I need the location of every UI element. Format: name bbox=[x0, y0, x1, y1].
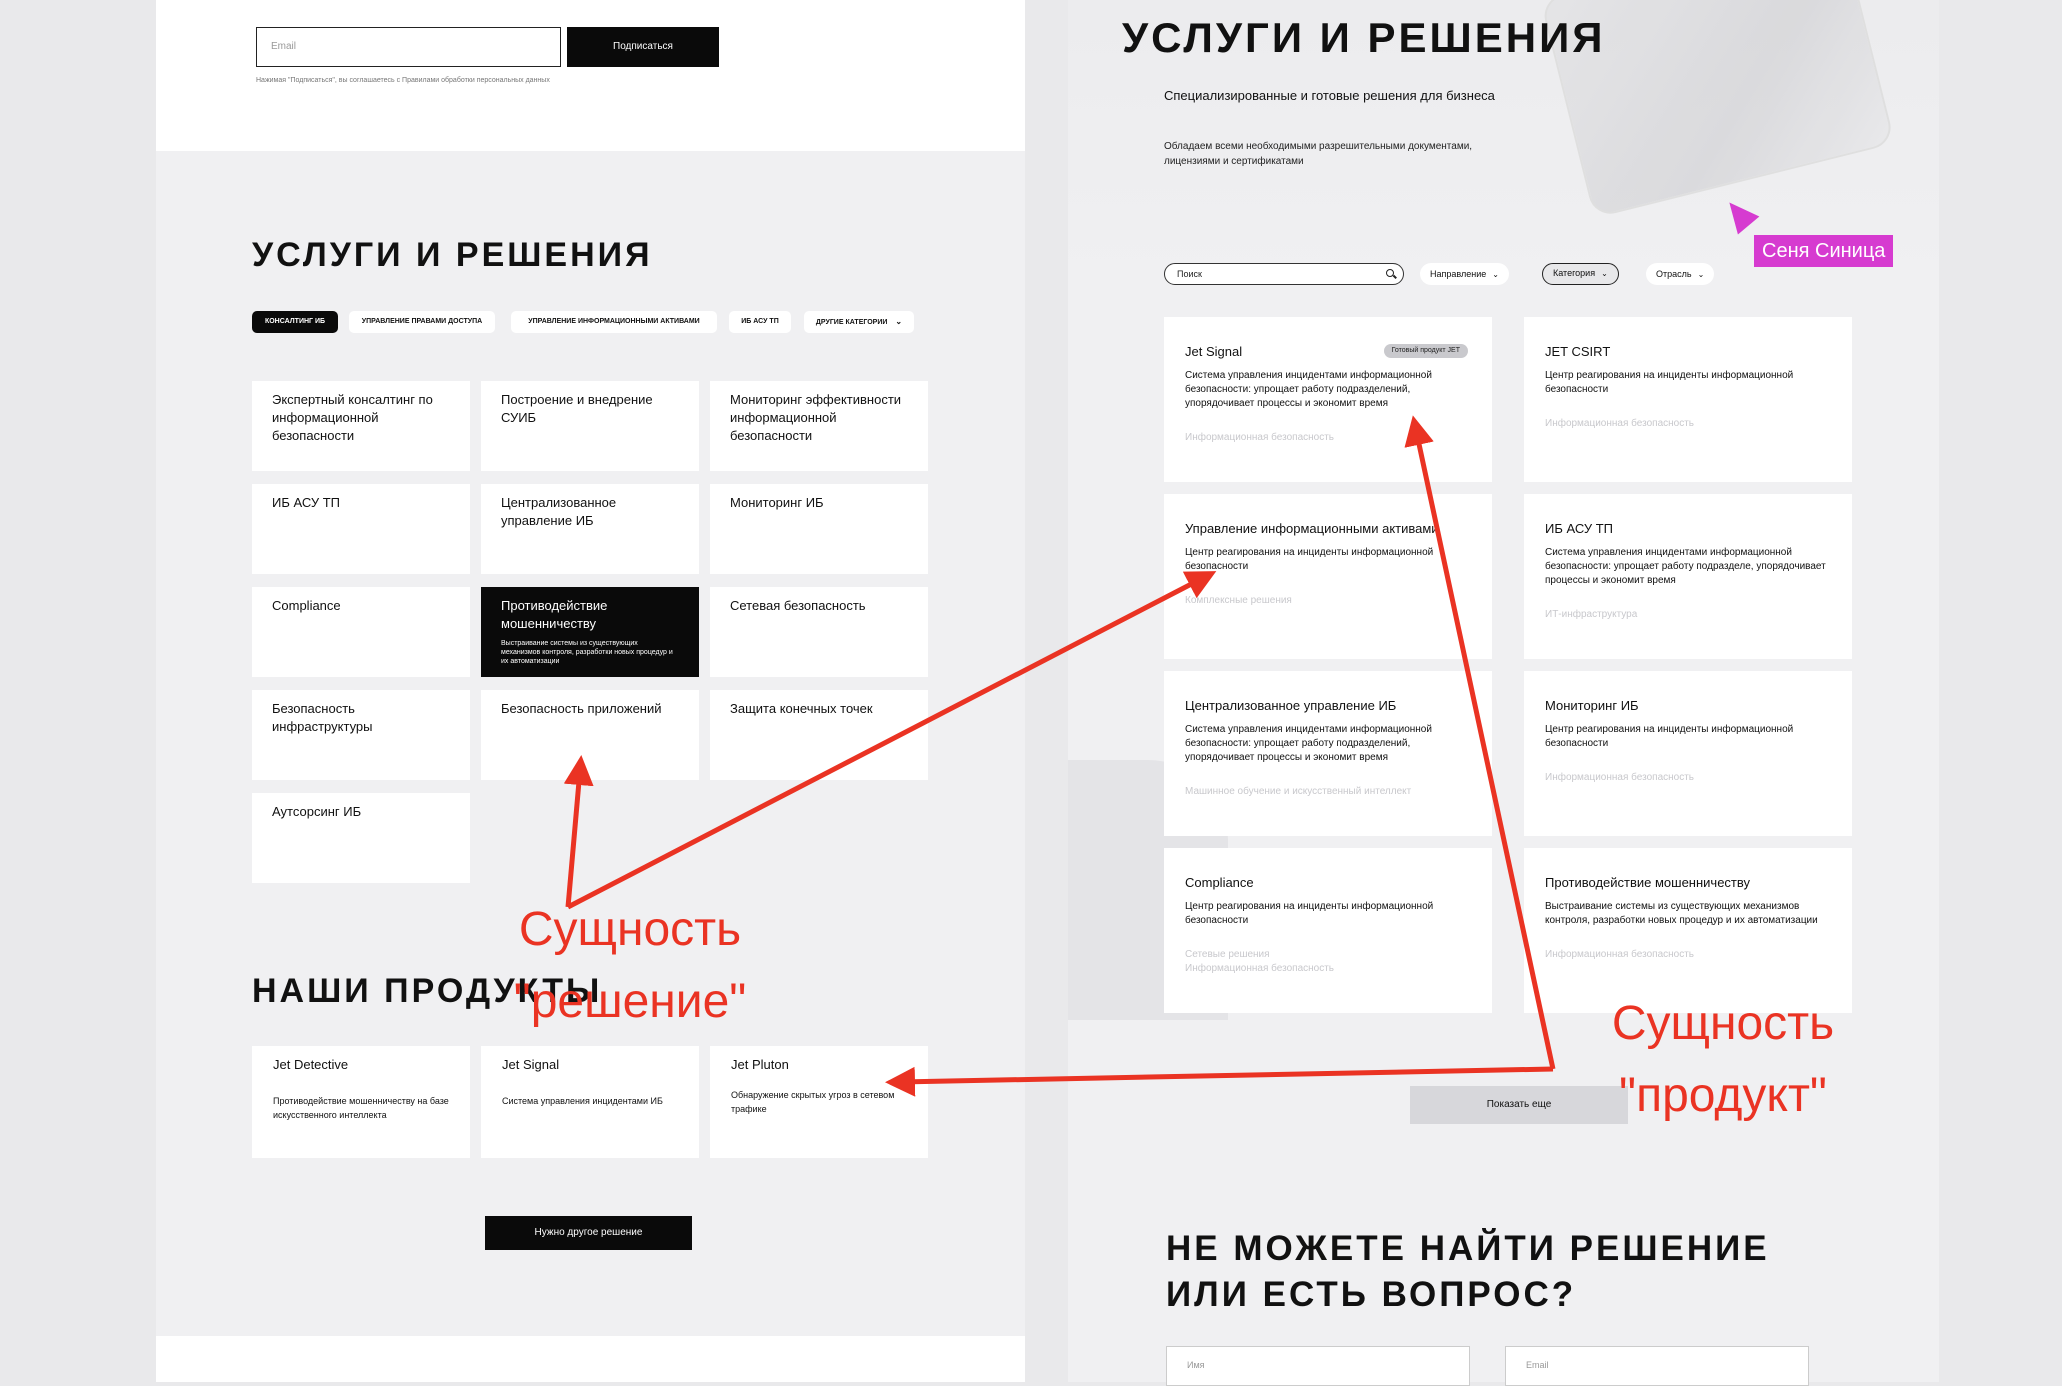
annotation-product-line2: "продукт" bbox=[1619, 1069, 1827, 1122]
arrow-to-jet-signal bbox=[1404, 415, 1556, 1070]
arrow-to-solution-card bbox=[563, 755, 594, 908]
arrow-to-product-card bbox=[885, 1066, 1554, 1097]
annotation-product-line1: Сущность bbox=[1611, 997, 1835, 1050]
annotation-solution-line1: Сущность bbox=[518, 903, 742, 956]
arrow-to-right-card bbox=[566, 571, 1217, 910]
annotation-arrows bbox=[563, 415, 1556, 1097]
annotation-solution: Сущность "решение" bbox=[500, 894, 760, 1038]
annotation-product: Сущность "продукт" bbox=[1598, 988, 1848, 1132]
annotation-solution-line2: "решение" bbox=[513, 975, 747, 1028]
